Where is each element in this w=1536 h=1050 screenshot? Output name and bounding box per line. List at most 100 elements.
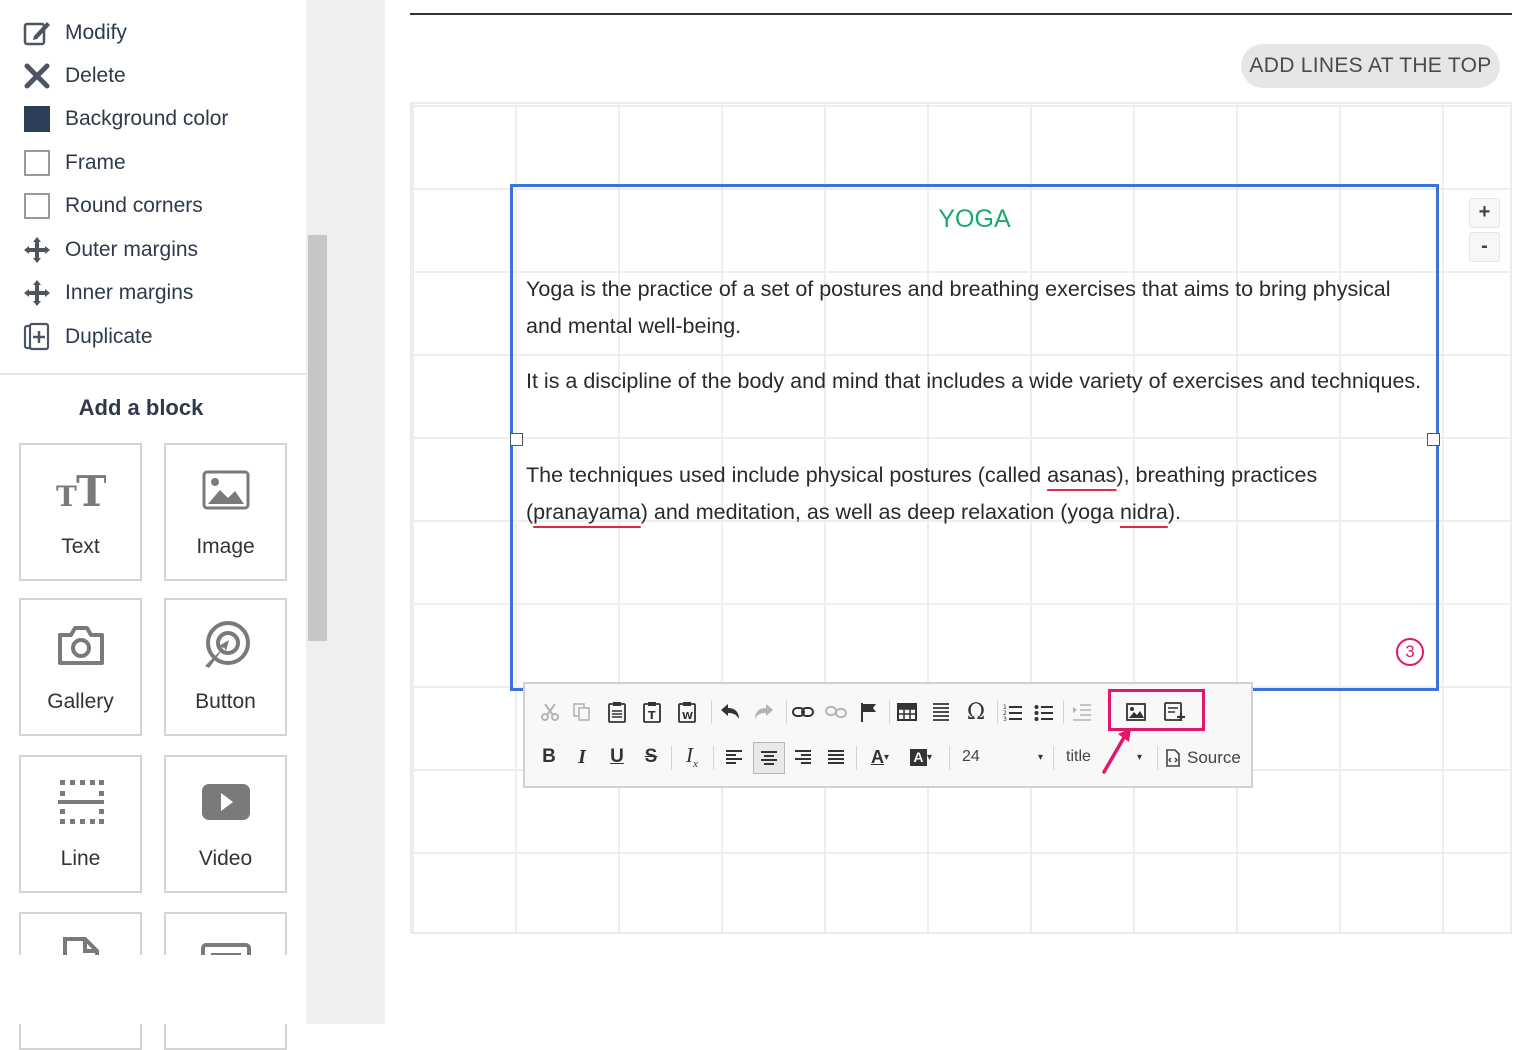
play-icon bbox=[166, 777, 285, 827]
step-badge: 3 bbox=[1396, 638, 1424, 666]
strikethrough-button[interactable]: S bbox=[637, 743, 665, 771]
paragraph-3[interactable]: The techniques used include physical pos… bbox=[526, 457, 1426, 531]
paragraph-2[interactable]: It is a discipline of the body and mind … bbox=[526, 363, 1426, 400]
bold-button[interactable]: B bbox=[535, 743, 563, 771]
svg-text:T: T bbox=[76, 468, 106, 512]
indent-icon[interactable] bbox=[1068, 698, 1096, 726]
font-size-value: 24 bbox=[962, 748, 980, 765]
menu-label: Inner margins bbox=[65, 281, 194, 304]
camera-icon bbox=[21, 620, 140, 670]
source-button[interactable]: Source bbox=[1165, 744, 1241, 772]
svg-text:W: W bbox=[682, 711, 693, 722]
undo-icon[interactable] bbox=[716, 698, 744, 726]
toolbar-separator bbox=[786, 700, 787, 724]
table-icon[interactable] bbox=[893, 698, 921, 726]
paste-icon[interactable] bbox=[603, 698, 631, 726]
align-center-icon[interactable] bbox=[753, 742, 785, 774]
sidebar-divider bbox=[0, 373, 306, 375]
paste-text-icon[interactable]: T bbox=[638, 698, 666, 726]
background-color-icon[interactable]: A ▾ bbox=[904, 743, 938, 771]
resize-handle-left[interactable] bbox=[510, 433, 523, 446]
block-tile-image[interactable]: Image bbox=[164, 443, 287, 581]
menu-label: Round corners bbox=[65, 194, 203, 217]
source-icon bbox=[1166, 749, 1180, 767]
anchor-flag-icon[interactable] bbox=[855, 698, 883, 726]
color-swatch-icon bbox=[20, 102, 54, 136]
misspelled-word[interactable]: pranayama bbox=[533, 500, 641, 524]
clear-formatting-icon[interactable]: Ix bbox=[678, 743, 706, 771]
menu-item-modify[interactable]: Modify bbox=[20, 15, 127, 51]
text-run: The techniques used include physical pos… bbox=[526, 463, 1048, 487]
close-icon bbox=[20, 59, 54, 93]
style-value: title bbox=[1066, 748, 1091, 765]
menu-label: Modify bbox=[65, 21, 127, 44]
block-tile-text[interactable]: TT Text bbox=[19, 443, 142, 581]
block-label: Image bbox=[196, 535, 255, 558]
special-character-icon[interactable]: Ω bbox=[962, 698, 990, 726]
zoom-in-button[interactable]: + bbox=[1469, 198, 1500, 228]
justify-icon[interactable] bbox=[822, 743, 850, 771]
paste-word-icon[interactable]: W bbox=[673, 698, 701, 726]
text-run: ). bbox=[1167, 500, 1181, 524]
source-label: Source bbox=[1187, 748, 1241, 767]
block-tile-video[interactable]: Video bbox=[164, 755, 287, 893]
numbered-list-icon[interactable]: 123 bbox=[999, 698, 1027, 726]
menu-item-outer-margins[interactable]: Outer margins bbox=[20, 232, 198, 268]
align-right-icon[interactable] bbox=[789, 743, 817, 771]
toolbar-separator bbox=[1053, 746, 1054, 770]
toolbar-separator bbox=[997, 700, 998, 724]
menu-item-delete[interactable]: Delete bbox=[20, 58, 126, 94]
svg-text:T: T bbox=[648, 709, 656, 722]
add-block-heading: Add a block bbox=[78, 395, 204, 420]
zoom-out-button[interactable]: - bbox=[1469, 232, 1500, 262]
block-title[interactable]: YOGA bbox=[513, 205, 1436, 234]
menu-item-duplicate[interactable]: Duplicate bbox=[20, 319, 153, 355]
toolbar-separator bbox=[711, 700, 712, 724]
horizontal-rule-icon[interactable] bbox=[927, 698, 955, 726]
svg-text:T: T bbox=[56, 480, 77, 512]
text-color-icon[interactable]: A ▾ bbox=[863, 743, 897, 771]
resize-handle-right[interactable] bbox=[1427, 433, 1440, 446]
line-icon bbox=[21, 777, 140, 827]
redo-icon[interactable] bbox=[750, 698, 778, 726]
block-tile-gallery[interactable]: Gallery bbox=[19, 598, 142, 736]
block-tile-button[interactable]: Button bbox=[164, 598, 287, 736]
toolbar-separator bbox=[1157, 746, 1158, 770]
bulleted-list-icon[interactable] bbox=[1030, 698, 1058, 726]
italic-button[interactable]: I bbox=[568, 743, 596, 771]
misspelled-word[interactable]: asanas bbox=[1047, 463, 1116, 487]
selected-text-block[interactable]: YOGA Yoga is the practice of a set of po… bbox=[510, 184, 1439, 691]
align-left-icon[interactable] bbox=[720, 743, 748, 771]
menu-item-frame[interactable]: Frame bbox=[20, 145, 126, 181]
underline-button[interactable]: U bbox=[603, 743, 631, 771]
paragraph-1[interactable]: Yoga is the practice of a set of posture… bbox=[526, 271, 1426, 345]
unlink-icon[interactable] bbox=[822, 698, 850, 726]
toolbar-separator bbox=[1063, 700, 1064, 724]
pointer-arrow-icon bbox=[1102, 728, 1131, 774]
sidebar-footer bbox=[0, 955, 306, 1024]
duplicate-icon bbox=[20, 320, 54, 354]
block-label: Text bbox=[61, 535, 100, 558]
copy-icon[interactable] bbox=[568, 698, 596, 726]
toolbar-separator bbox=[949, 746, 950, 770]
font-size-dropdown[interactable]: 24 ▾ bbox=[959, 741, 1047, 773]
menu-item-background-color[interactable]: Background color bbox=[20, 101, 228, 137]
scrollbar-thumb[interactable] bbox=[308, 235, 327, 641]
toolbar-separator bbox=[713, 746, 714, 770]
menu-item-round-corners[interactable]: Round corners bbox=[20, 188, 203, 224]
menu-label: Outer margins bbox=[65, 238, 199, 261]
move-arrows-icon bbox=[20, 276, 54, 310]
link-icon[interactable] bbox=[789, 698, 817, 726]
checkbox-icon[interactable] bbox=[20, 189, 54, 223]
misspelled-word[interactable]: nidra bbox=[1120, 500, 1168, 524]
add-lines-at-top-button[interactable]: ADD LINES AT THE TOP bbox=[1241, 44, 1500, 88]
menu-item-inner-margins[interactable]: Inner margins bbox=[20, 275, 193, 311]
menu-label: Delete bbox=[65, 64, 126, 87]
checkbox-icon[interactable] bbox=[20, 146, 54, 180]
block-tile-line[interactable]: Line bbox=[19, 755, 142, 893]
menu-label: Duplicate bbox=[65, 325, 153, 348]
edit-icon bbox=[20, 16, 54, 50]
block-label: Button bbox=[195, 690, 256, 713]
cut-icon[interactable] bbox=[536, 698, 564, 726]
move-arrows-icon bbox=[20, 233, 54, 267]
